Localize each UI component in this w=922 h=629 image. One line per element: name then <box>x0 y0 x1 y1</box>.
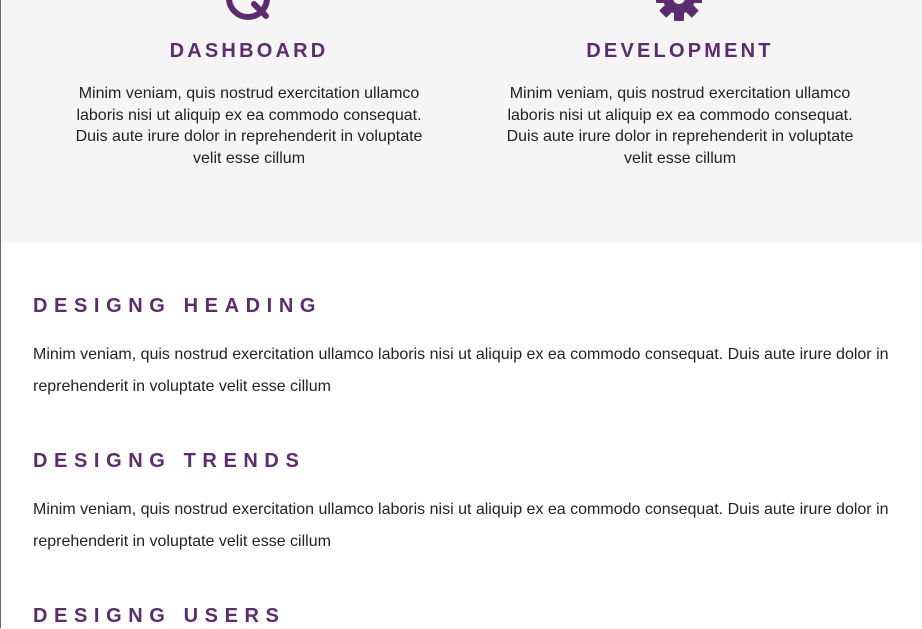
feature-title-development: DEVELOPMENT <box>586 40 774 62</box>
feature-text-dashboard: Minim veniam, quis nostrud exercitation … <box>75 85 423 167</box>
section-heading: DESIGNG USERS <box>33 605 286 627</box>
section-designg-trends: DESIGNG TRENDS Minim veniam, quis nostru… <box>33 448 903 558</box>
gear-icon <box>656 0 702 21</box>
section-text: Minim veniam, quis nostrud exercitation … <box>33 346 889 395</box>
section-designg-heading: DESIGNG HEADING Minim veniam, quis nostr… <box>33 293 903 403</box>
search-icon <box>226 0 270 20</box>
feature-title-dashboard: DASHBOARD <box>169 40 329 62</box>
section-text: Minim veniam, quis nostrud exercitation … <box>33 501 889 550</box>
features-panel: DASHBOARD Minim veniam, quis nostrud exe… <box>1 0 922 243</box>
section-heading: DESIGNG HEADING <box>33 295 323 317</box>
section-heading: DESIGNG TRENDS <box>33 450 306 472</box>
feature-text-development: Minim veniam, quis nostrud exercitation … <box>506 85 854 167</box>
section-designg-users: DESIGNG USERS <box>33 603 903 629</box>
